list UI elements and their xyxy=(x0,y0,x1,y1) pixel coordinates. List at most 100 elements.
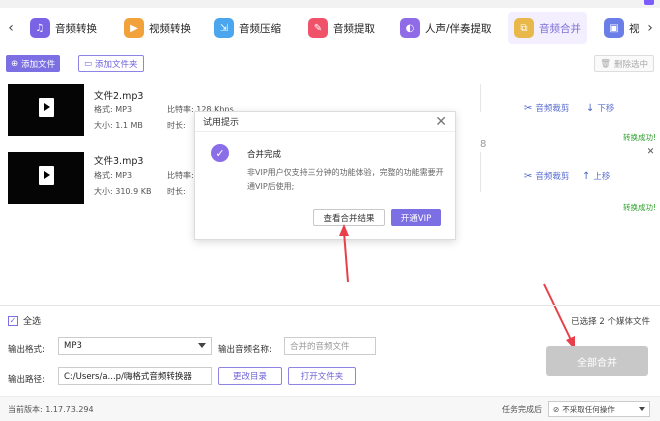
audio-file-icon xyxy=(39,98,54,117)
window-corner-mark xyxy=(644,0,654,5)
voice-icon: ◐ xyxy=(400,18,420,38)
music-icon: ♫ xyxy=(30,18,50,38)
file-format: MP3 xyxy=(115,105,133,114)
delete-selected-label: 删除选中 xyxy=(613,59,648,70)
close-icon[interactable]: ✕ xyxy=(646,148,655,157)
after-task-label: 任务完成后 xyxy=(502,405,542,414)
tab-audio-compress[interactable]: ⇲ 音频压缩 xyxy=(214,12,281,44)
tab-label: 音频转换 xyxy=(55,22,97,35)
duration-label: 时长: xyxy=(167,187,186,196)
chevron-down-icon xyxy=(198,343,206,348)
checkbox-checked-icon: ✓ xyxy=(8,315,18,326)
chevron-down-icon xyxy=(639,407,645,411)
output-format-value: MP3 xyxy=(64,341,82,351)
size-label: 大小: xyxy=(94,187,113,196)
open-vip-button[interactable]: 开通VIP xyxy=(391,209,441,226)
move-down-button[interactable]: ↓ 下移 xyxy=(586,102,615,115)
output-name-label: 输出音频名称: xyxy=(218,345,272,355)
dialog-message: 非VIP用户仅支持三分钟的功能体验，完整的功能需要开通VIP后使用; xyxy=(247,168,444,191)
window-top-strip xyxy=(0,0,660,8)
tab-label: 音频提取 xyxy=(333,22,375,35)
divider xyxy=(480,84,481,112)
bitrate-label: 比特率: xyxy=(167,171,194,180)
format-label: 格式: xyxy=(94,171,113,180)
selected-count: 已选择 2 个媒体文件 xyxy=(571,317,650,327)
add-file-label: 添加文件 xyxy=(21,59,56,70)
view-merge-result-button[interactable]: 查看合并结果 xyxy=(313,209,385,226)
prohibited-icon: ⊘ xyxy=(553,404,560,414)
file-format: MP3 xyxy=(115,171,133,180)
tab-audio-extract[interactable]: ✎ 音频提取 xyxy=(308,12,375,44)
file-size: 1.1 MB xyxy=(115,121,143,130)
check-circle-icon: ✓ xyxy=(211,144,229,162)
output-format-label: 输出格式: xyxy=(8,345,45,355)
add-file-button[interactable]: ⊕ 添加文件 xyxy=(6,55,61,72)
convert-status: 转换成功! xyxy=(622,203,656,212)
file-thumbnail xyxy=(8,152,84,204)
merge-icon: ⧉ xyxy=(514,18,534,38)
tab-label: 音频压缩 xyxy=(239,22,281,35)
select-all-label: 全选 xyxy=(23,317,42,327)
arrow-up-icon: ↑ xyxy=(582,170,591,182)
dialog-header: 试用提示 xyxy=(195,112,455,132)
tab-label: 音频合并 xyxy=(539,22,581,35)
tab-label: 视频转换 xyxy=(149,22,191,35)
link-icon: 8 xyxy=(480,139,487,150)
version-text: 当前版本: 1.17.73.294 xyxy=(8,404,94,415)
trial-dialog: 试用提示 ✕ ✓ 合并完成 非VIP用户仅支持三分钟的功能体验，完整的功能需要开… xyxy=(194,111,456,240)
compress-icon: ⇲ xyxy=(214,18,234,38)
version-label: 当前版本: xyxy=(8,405,43,414)
size-label: 大小: xyxy=(94,121,113,130)
move-up-label: 上移 xyxy=(593,172,611,182)
output-format-select[interactable]: MP3 xyxy=(58,337,212,355)
dialog-heading: 合并完成 xyxy=(247,150,282,160)
add-folder-button[interactable]: ▭ 添加文件夹 xyxy=(78,55,144,72)
tab-audio-merge[interactable]: ⧉ 音频合并 xyxy=(508,12,587,44)
duration-label: 时长: xyxy=(167,121,186,130)
mic-icon: ✎ xyxy=(308,18,328,38)
scissors-icon: ✂ xyxy=(524,170,533,182)
scissors-icon: ✂ xyxy=(524,102,533,114)
chevron-right-icon[interactable]: › xyxy=(643,18,657,38)
audio-cut-button[interactable]: ✂ 音频裁剪 xyxy=(524,102,570,115)
plus-icon: ⊕ xyxy=(11,58,19,69)
video-clip-icon: ▣ xyxy=(604,18,624,38)
tab-audio-convert[interactable]: ♫ 音频转换 xyxy=(30,12,97,44)
convert-status: 转换成功! xyxy=(622,133,656,142)
tab-voice-extract[interactable]: ◐ 人声/伴奏提取 xyxy=(400,12,492,44)
file-name: 文件2.mp3 xyxy=(94,91,144,102)
delete-selected-button[interactable]: 🗑 删除选中 xyxy=(594,55,654,72)
move-down-label: 下移 xyxy=(597,104,615,114)
output-path-field[interactable]: C:/Users/a...p/嗨格式音频转换器 xyxy=(58,367,212,385)
audio-cut-button[interactable]: ✂ 音频裁剪 xyxy=(524,170,570,183)
close-icon[interactable]: ✕ xyxy=(435,114,447,130)
format-label: 格式: xyxy=(94,105,113,114)
feature-tab-bar: ‹ ♫ 音频转换 ▶ 视频转换 ⇲ 音频压缩 ✎ 音频提取 ◐ 人声/伴奏提取 … xyxy=(0,8,660,48)
bitrate-label: 比特率: xyxy=(167,105,194,114)
output-name-input[interactable]: 合并的音频文件 xyxy=(284,337,376,355)
after-task-select[interactable]: ⊘ 不采取任何操作 xyxy=(548,401,650,417)
output-path-label: 输出路径: xyxy=(8,375,45,385)
tab-video-partial[interactable]: ▣ 视 xyxy=(604,12,640,44)
audio-cut-label: 音频裁剪 xyxy=(535,104,570,114)
file-toolbar: ⊕ 添加文件 ▭ 添加文件夹 🗑 删除选中 xyxy=(0,52,660,74)
status-bar: 当前版本: 1.17.73.294 任务完成后 ⊘ 不采取任何操作 xyxy=(0,396,660,421)
audio-file-icon xyxy=(39,166,54,185)
move-up-button[interactable]: ↑ 上移 xyxy=(582,170,611,183)
file-thumbnail xyxy=(8,84,84,136)
file-size: 310.9 KB xyxy=(115,187,152,196)
video-icon: ▶ xyxy=(124,18,144,38)
audio-cut-label: 音频裁剪 xyxy=(535,172,570,182)
folder-icon: ▭ xyxy=(84,58,93,69)
select-all-checkbox[interactable]: ✓ 全选 xyxy=(8,314,41,327)
open-folder-button[interactable]: 打开文件夹 xyxy=(288,367,356,385)
tab-label: 人声/伴奏提取 xyxy=(425,22,492,35)
merge-all-button[interactable]: 全部合并 xyxy=(546,346,648,376)
arrow-down-icon: ↓ xyxy=(586,102,595,114)
add-folder-label: 添加文件夹 xyxy=(95,59,138,70)
version-number: 1.17.73.294 xyxy=(45,405,94,414)
tab-video-convert[interactable]: ▶ 视频转换 xyxy=(124,12,191,44)
file-name: 文件3.mp3 xyxy=(94,156,144,167)
change-directory-button[interactable]: 更改目录 xyxy=(218,367,282,385)
chevron-left-icon[interactable]: ‹ xyxy=(4,18,18,38)
